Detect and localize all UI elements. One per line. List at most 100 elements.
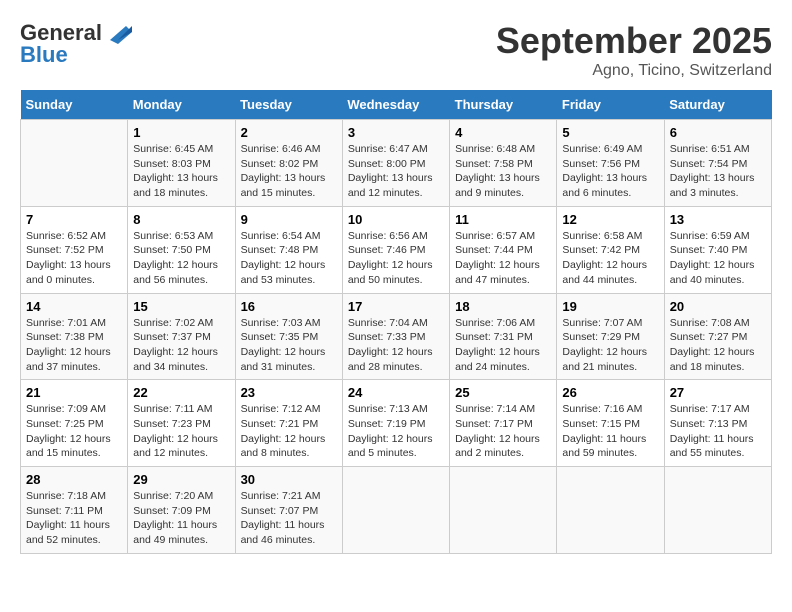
day-number: 13 [670,212,766,227]
day-number: 1 [133,125,229,140]
page-subtitle: Agno, Ticino, Switzerland [496,62,772,80]
logo-icon [104,22,132,44]
calendar-week-row: 1 Sunrise: 6:45 AMSunset: 8:03 PMDaylight… [21,120,772,207]
calendar-cell: 17 Sunrise: 7:04 AMSunset: 7:33 PMDayligh… [342,293,449,380]
logo: General Blue [20,20,132,68]
calendar-week-row: 7Sunrise: 6:52 AMSunset: 7:52 PMDaylight… [21,206,772,293]
day-info: Sunrise: 7:17 AMSunset: 7:13 PMDaylight:… [670,402,766,461]
day-number: 15 [133,299,229,314]
calendar-cell [664,467,771,554]
day-number: 8 [133,212,229,227]
day-info: Sunrise: 7:07 AMSunset: 7:29 PMDaylight:… [562,316,658,375]
day-info: Sunrise: 6:46 AMSunset: 8:02 PMDaylight:… [241,142,337,201]
calendar-cell: 20 Sunrise: 7:08 AMSunset: 7:27 PMDayligh… [664,293,771,380]
calendar-cell: 7Sunrise: 6:52 AMSunset: 7:52 PMDaylight… [21,206,128,293]
calendar-cell: 19 Sunrise: 7:07 AMSunset: 7:29 PMDayligh… [557,293,664,380]
day-number: 23 [241,385,337,400]
day-info: Sunrise: 6:54 AMSunset: 7:48 PMDaylight:… [241,229,337,288]
day-info: Sunrise: 7:01 AMSunset: 7:38 PMDaylight:… [26,316,122,375]
day-number: 14 [26,299,122,314]
calendar-cell: 28 Sunrise: 7:18 AMSunset: 7:11 PMDayligh… [21,467,128,554]
calendar-cell: 4Sunrise: 6:48 AMSunset: 7:58 PMDaylight… [450,120,557,207]
day-info: Sunrise: 7:20 AMSunset: 7:09 PMDaylight:… [133,489,229,548]
day-number: 18 [455,299,551,314]
day-number: 28 [26,472,122,487]
day-number: 12 [562,212,658,227]
day-number: 5 [562,125,658,140]
day-info: Sunrise: 7:02 AMSunset: 7:37 PMDaylight:… [133,316,229,375]
day-number: 25 [455,385,551,400]
day-info: Sunrise: 6:56 AMSunset: 7:46 PMDaylight:… [348,229,444,288]
day-info: Sunrise: 7:18 AMSunset: 7:11 PMDaylight:… [26,489,122,548]
calendar-cell: 2 Sunrise: 6:46 AMSunset: 8:02 PMDaylight… [235,120,342,207]
day-info: Sunrise: 7:14 AMSunset: 7:17 PMDaylight:… [455,402,551,461]
day-number: 30 [241,472,337,487]
calendar-cell: 14 Sunrise: 7:01 AMSunset: 7:38 PMDayligh… [21,293,128,380]
day-info: Sunrise: 7:06 AMSunset: 7:31 PMDaylight:… [455,316,551,375]
calendar-week-row: 14 Sunrise: 7:01 AMSunset: 7:38 PMDayligh… [21,293,772,380]
calendar-cell: 8 Sunrise: 6:53 AMSunset: 7:50 PMDaylight… [128,206,235,293]
day-info: Sunrise: 6:57 AMSunset: 7:44 PMDaylight:… [455,229,551,288]
calendar-cell [557,467,664,554]
calendar-cell: 29 Sunrise: 7:20 AMSunset: 7:09 PMDayligh… [128,467,235,554]
calendar-cell [342,467,449,554]
day-info: Sunrise: 6:59 AMSunset: 7:40 PMDaylight:… [670,229,766,288]
logo-blue: Blue [20,42,68,68]
day-number: 19 [562,299,658,314]
calendar-cell: 10 Sunrise: 6:56 AMSunset: 7:46 PMDayligh… [342,206,449,293]
calendar-cell: 23 Sunrise: 7:12 AMSunset: 7:21 PMDayligh… [235,380,342,467]
calendar-cell: 25 Sunrise: 7:14 AMSunset: 7:17 PMDayligh… [450,380,557,467]
day-info: Sunrise: 7:12 AMSunset: 7:21 PMDaylight:… [241,402,337,461]
col-header-sunday: Sunday [21,90,128,120]
day-number: 27 [670,385,766,400]
calendar-week-row: 21 Sunrise: 7:09 AMSunset: 7:25 PMDayligh… [21,380,772,467]
day-number: 29 [133,472,229,487]
calendar-cell: 18 Sunrise: 7:06 AMSunset: 7:31 PMDayligh… [450,293,557,380]
calendar-cell: 22Sunrise: 7:11 AMSunset: 7:23 PMDayligh… [128,380,235,467]
col-header-monday: Monday [128,90,235,120]
calendar-cell: 21 Sunrise: 7:09 AMSunset: 7:25 PMDayligh… [21,380,128,467]
day-number: 16 [241,299,337,314]
calendar-cell: 30 Sunrise: 7:21 AMSunset: 7:07 PMDayligh… [235,467,342,554]
day-number: 21 [26,385,122,400]
calendar-cell: 9 Sunrise: 6:54 AMSunset: 7:48 PMDaylight… [235,206,342,293]
calendar-cell [450,467,557,554]
calendar-cell: 3Sunrise: 6:47 AMSunset: 8:00 PMDaylight… [342,120,449,207]
day-info: Sunrise: 7:13 AMSunset: 7:19 PMDaylight:… [348,402,444,461]
day-number: 11 [455,212,551,227]
day-number: 20 [670,299,766,314]
day-info: Sunrise: 6:52 AMSunset: 7:52 PMDaylight:… [26,229,122,288]
day-info: Sunrise: 6:48 AMSunset: 7:58 PMDaylight:… [455,142,551,201]
day-info: Sunrise: 7:03 AMSunset: 7:35 PMDaylight:… [241,316,337,375]
col-header-thursday: Thursday [450,90,557,120]
col-header-wednesday: Wednesday [342,90,449,120]
day-number: 17 [348,299,444,314]
day-info: Sunrise: 7:08 AMSunset: 7:27 PMDaylight:… [670,316,766,375]
day-number: 10 [348,212,444,227]
calendar-cell: 13 Sunrise: 6:59 AMSunset: 7:40 PMDayligh… [664,206,771,293]
calendar-cell: 26Sunrise: 7:16 AMSunset: 7:15 PMDayligh… [557,380,664,467]
day-info: Sunrise: 7:09 AMSunset: 7:25 PMDaylight:… [26,402,122,461]
day-info: Sunrise: 7:21 AMSunset: 7:07 PMDaylight:… [241,489,337,548]
day-info: Sunrise: 6:53 AMSunset: 7:50 PMDaylight:… [133,229,229,288]
calendar-cell [21,120,128,207]
day-info: Sunrise: 7:16 AMSunset: 7:15 PMDaylight:… [562,402,658,461]
title-block: September 2025 Agno, Ticino, Switzerland [496,20,772,80]
calendar-cell: 15 Sunrise: 7:02 AMSunset: 7:37 PMDayligh… [128,293,235,380]
calendar-week-row: 28 Sunrise: 7:18 AMSunset: 7:11 PMDayligh… [21,467,772,554]
day-number: 22 [133,385,229,400]
day-info: Sunrise: 7:04 AMSunset: 7:33 PMDaylight:… [348,316,444,375]
col-header-saturday: Saturday [664,90,771,120]
day-number: 9 [241,212,337,227]
day-number: 24 [348,385,444,400]
day-number: 3 [348,125,444,140]
calendar-cell: 1 Sunrise: 6:45 AMSunset: 8:03 PMDaylight… [128,120,235,207]
calendar-cell: 16 Sunrise: 7:03 AMSunset: 7:35 PMDayligh… [235,293,342,380]
day-info: Sunrise: 6:45 AMSunset: 8:03 PMDaylight:… [133,142,229,201]
calendar-cell: 6Sunrise: 6:51 AMSunset: 7:54 PMDaylight… [664,120,771,207]
calendar-cell: 24 Sunrise: 7:13 AMSunset: 7:19 PMDayligh… [342,380,449,467]
calendar-cell: 27 Sunrise: 7:17 AMSunset: 7:13 PMDayligh… [664,380,771,467]
calendar-cell: 12Sunrise: 6:58 AMSunset: 7:42 PMDayligh… [557,206,664,293]
day-number: 2 [241,125,337,140]
col-header-friday: Friday [557,90,664,120]
